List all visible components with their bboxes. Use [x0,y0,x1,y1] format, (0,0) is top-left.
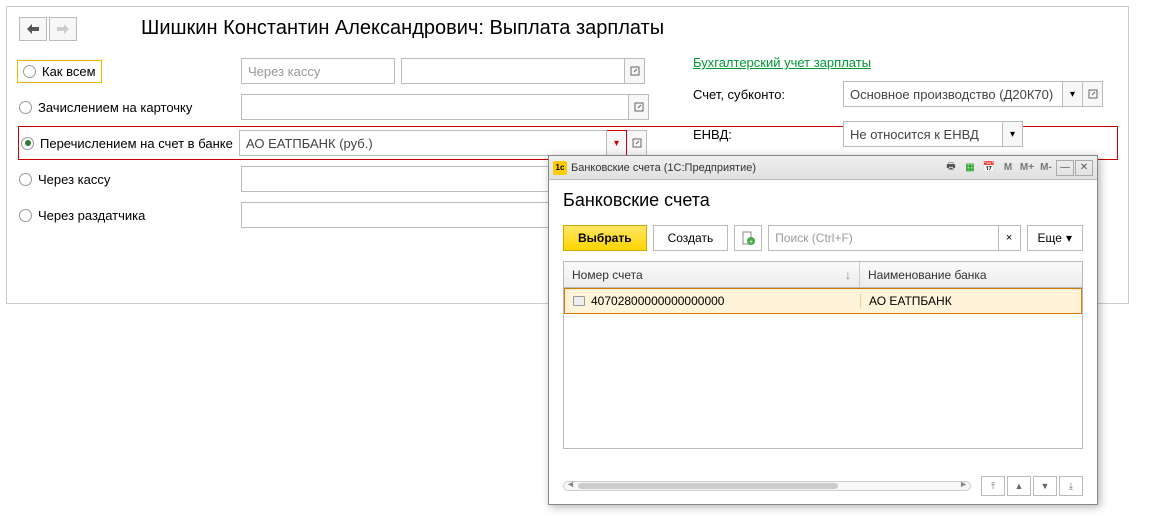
memory-mplus[interactable]: M+ [1018,160,1036,176]
radio-bank[interactable] [21,137,34,150]
right-section: Бухгалтерский учет зарплаты Счет, субкон… [693,55,1103,154]
search-input[interactable]: Поиск (Ctrl+F) [768,225,998,251]
field-group: Основное производство (Д20К70) ▾ [843,81,1103,107]
field-group [241,94,649,120]
envd-label: ЕНВД: [693,127,843,142]
table-header: Номер счета ↓ Наименование банка [564,262,1082,288]
more-button[interactable]: Еще ▾ [1027,225,1083,251]
scroll-down-button[interactable]: ▼ [1033,476,1057,496]
scroll-up-button[interactable]: ▲ [1007,476,1031,496]
radio-label: Через кассу [38,172,110,187]
open-button[interactable] [627,130,647,156]
radio-cash[interactable] [19,173,32,186]
right-row-account: Счет, субконто: Основное производство (Д… [693,78,1103,110]
nav-forward-button[interactable] [49,17,77,41]
logo-1c-icon: 1c [553,161,567,175]
account-field[interactable]: Основное производство (Д20К70) [843,81,1063,107]
accounts-table: Номер счета ↓ Наименование банка 4070280… [563,261,1083,449]
dropdown-button[interactable]: ▾ [607,130,627,156]
input-bank-account[interactable]: АО ЕАТПБАНК (руб.) [239,130,607,156]
col-account[interactable]: Номер счета ↓ [564,262,860,287]
input-row0-b[interactable] [401,58,625,84]
nav-back-button[interactable] [19,17,47,41]
chevron-down-icon: ▾ [1010,129,1015,140]
col-bank[interactable]: Наименование банка [860,262,1082,287]
titlebar-icons: 🖶 ▦ 📅 M M+ M- — ✕ [942,160,1093,176]
svg-text:+: + [749,239,753,245]
account-label: Счет, субконто: [693,87,843,102]
radio-cell: Как всем [19,62,241,81]
calendar-icon[interactable]: 📅 [980,160,998,176]
radio-label: Через раздатчика [38,208,145,223]
cell-bank: АО ЕАТПБАНК [861,294,1081,308]
input-row0-a[interactable]: Через кассу [241,58,395,84]
radio-cell: Через кассу [19,172,241,187]
bank-accounts-dialog: 1c Банковские счета (1С:Предприятие) 🖶 ▦… [548,155,1098,505]
open-icon [1088,89,1098,99]
page-plus-icon: + [741,231,755,245]
search-box: Поиск (Ctrl+F) × [768,225,1020,251]
dialog-body: Банковские счета Выбрать Создать + Поиск… [549,180,1097,459]
dialog-footer: ⤒ ▲ ▼ ⤓ [563,476,1083,496]
memory-m[interactable]: M [999,160,1017,176]
dropdown-button[interactable]: ▾ [1063,81,1083,107]
open-button[interactable] [625,58,645,84]
col-label: Номер счета [572,268,643,282]
arrow-left-icon [27,24,39,34]
dropdown-button[interactable]: ▾ [1003,121,1023,147]
dialog-titlebar[interactable]: 1c Банковские счета (1С:Предприятие) 🖶 ▦… [549,156,1097,180]
dialog-heading: Банковские счета [563,190,1083,211]
horizontal-scrollbar[interactable] [563,481,971,491]
chevron-down-icon: ▾ [614,138,619,149]
envd-field[interactable]: Не относится к ЕНВД [843,121,1003,147]
memory-mminus[interactable]: M- [1037,160,1055,176]
open-icon [632,138,642,148]
cell-account: 40702800000000000000 [591,294,724,308]
field-group [401,58,645,84]
field-group: Через кассу [241,58,395,84]
radio-label: Перечислением на счет в банке [40,136,233,151]
dialog-toolbar: Выбрать Создать + Поиск (Ctrl+F) × Еще ▾ [563,225,1083,251]
radio-card[interactable] [19,101,32,114]
table-row[interactable]: 40702800000000000000 АО ЕАТПБАНК [564,288,1082,314]
minimize-button[interactable]: — [1056,160,1074,176]
radio-distributor[interactable] [19,209,32,222]
nav-buttons [19,17,77,41]
table-body: 40702800000000000000 АО ЕАТПБАНК [564,288,1082,448]
radio-label: Зачислением на карточку [38,100,192,115]
sort-indicator-icon: ↓ [845,268,851,282]
open-icon [634,102,644,112]
search-clear-button[interactable]: × [999,225,1021,251]
select-button[interactable]: Выбрать [563,225,647,251]
chevron-down-icon: ▾ [1070,89,1075,100]
arrow-right-icon [57,24,69,34]
scroll-bottom-button[interactable]: ⤓ [1059,476,1083,496]
right-row-envd: ЕНВД: Не относится к ЕНВД ▾ [693,118,1103,150]
calc-icon[interactable]: ▦ [961,160,979,176]
print-icon[interactable]: 🖶 [942,160,960,176]
close-button[interactable]: ✕ [1075,160,1093,176]
chevron-down-icon: ▾ [1066,231,1072,245]
radio-cell: Зачислением на карточку [19,100,241,115]
radio-label: Как всем [42,64,96,79]
input-row1[interactable] [241,94,629,120]
field-group: АО ЕАТПБАНК (руб.) ▾ [239,130,647,156]
open-button[interactable] [1083,81,1103,107]
field-group: Не относится к ЕНВД ▾ [843,121,1023,147]
create-button[interactable]: Создать [653,225,729,251]
footer-nav-buttons: ⤒ ▲ ▼ ⤓ [981,476,1083,496]
radio-cell: Через раздатчика [19,208,241,223]
dialog-title: Банковские счета (1С:Предприятие) [571,162,942,174]
radio-as-all[interactable] [23,65,36,78]
refresh-button[interactable]: + [734,225,762,251]
accounting-link[interactable]: Бухгалтерский учет зарплаты [693,55,1103,70]
open-button[interactable] [629,94,649,120]
scroll-thumb[interactable] [578,483,838,489]
scroll-top-button[interactable]: ⤒ [981,476,1005,496]
page-title: Шишкин Константин Александрович: Выплата… [141,17,664,40]
radio-cell: Перечислением на счет в банке [21,136,239,151]
document-icon [573,296,585,306]
more-label: Еще [1038,231,1062,245]
open-icon [630,66,640,76]
